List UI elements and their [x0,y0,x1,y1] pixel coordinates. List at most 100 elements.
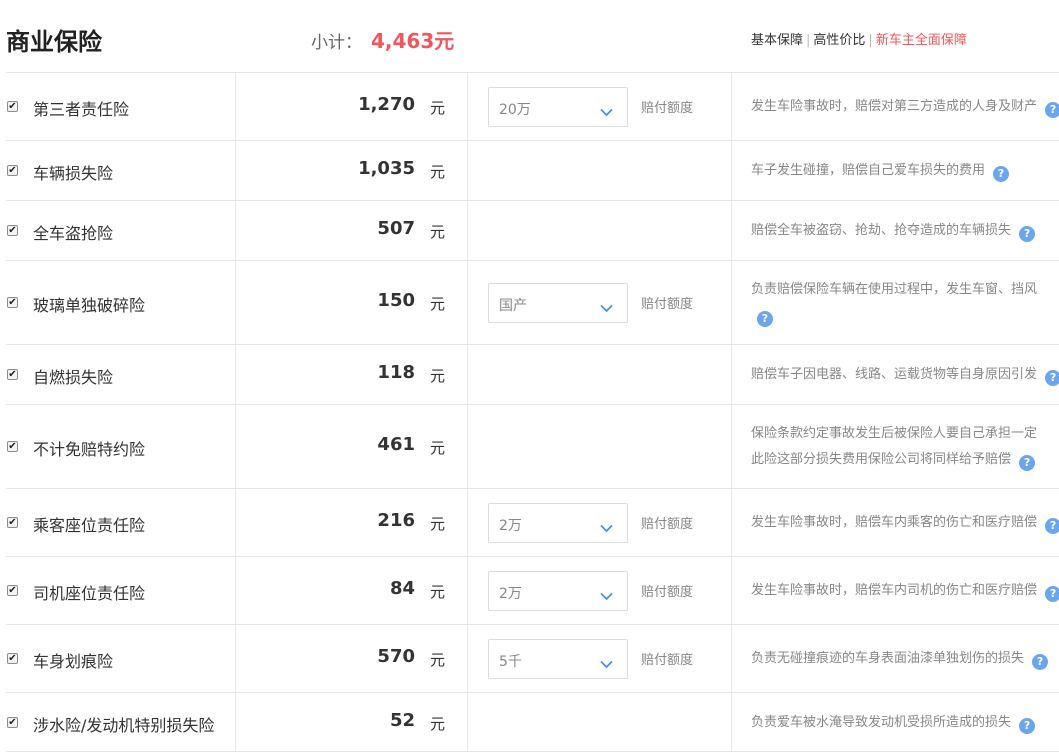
coverage-select[interactable]: 国产 [488,283,628,323]
insurance-price: 52 [389,710,415,731]
description-line: 负责赔偿保险车辆在使用过程中，发生车窗、挡风 [751,277,1059,303]
coverage-select[interactable]: 5千 [488,639,628,679]
column-divider [467,201,468,260]
column-divider [235,141,236,200]
insurance-checkbox[interactable]: ✔ [7,101,18,112]
column-divider [731,73,732,140]
help-icon[interactable]: ? [1032,654,1049,670]
plan-new-owner-full[interactable]: 新车主全面保障 [876,33,967,48]
insurance-description: 负责赔偿保险车辆在使用过程中，发生车窗、挡风? [751,277,1059,329]
chevron-down-icon [600,518,613,537]
plan-value[interactable]: 高性价比 [813,33,865,48]
coverage-label: 赔付额度 [641,297,694,312]
price-unit: 元 [430,223,446,241]
insurance-row: ✔ 第三者责任险 1,270 元 20万 赔付额度 发生车险事故时，赔偿对第三方造成的人身及… [6,72,1059,140]
column-divider [467,141,468,200]
help-icon[interactable]: ? [1045,586,1059,602]
insurance-name: 车身划痕险 [33,652,114,671]
description-text: 赔偿车子因电器、线路、运载货物等自身原因引发 [751,367,1038,382]
coverage-select[interactable]: 20万 [488,87,628,127]
column-divider [731,405,732,488]
chevron-down-icon [600,298,613,317]
column-divider [731,141,732,200]
insurance-price: 84 [389,578,415,599]
help-icon[interactable]: ? [757,311,773,327]
help-icon[interactable]: ? [1019,455,1036,471]
coverage-select[interactable]: 2万 [488,503,628,543]
insurance-price: 1,035 [358,158,415,179]
description-line: 发生车险事故时，赔偿车内乘客的伤亡和医疗赔偿? [751,510,1059,536]
chevron-down-icon [600,654,613,673]
insurance-checkbox[interactable]: ✔ [7,369,18,380]
insurance-row: ✔ 全车盗抢险 507 元 赔偿全车被盗窃、抢劫、抢夺造成的车辆损失? [6,200,1059,260]
price-unit: 元 [430,715,446,733]
description-text: 负责无碰撞痕迹的车身表面油漆单独划伤的损失 [751,651,1025,666]
column-divider [467,557,468,624]
help-icon[interactable]: ? [1019,718,1036,734]
insurance-checkbox[interactable]: ✔ [7,653,18,664]
coverage-select[interactable]: 2万 [488,571,628,611]
coverage-label: 赔付额度 [641,653,694,668]
column-divider [731,489,732,556]
price-unit: 元 [430,163,446,181]
insurance-checkbox[interactable]: ✔ [7,165,18,176]
insurance-checkbox[interactable]: ✔ [7,517,18,528]
insurance-checkbox[interactable]: ✔ [7,297,18,308]
description-text: 负责赔偿保险车辆在使用过程中，发生车窗、挡风 [751,282,1038,297]
column-divider [235,73,236,140]
plan-divider: | [868,33,873,48]
insurance-price: 1,270 [358,94,415,115]
column-divider [235,405,236,488]
insurance-name: 乘客座位责任险 [33,516,146,535]
column-divider [235,261,236,344]
insurance-description: 赔偿车子因电器、线路、运载货物等自身原因引发? [751,362,1059,388]
insurance-price: 570 [377,646,415,667]
column-divider [235,201,236,260]
description-text: 发生车险事故时，赔偿车内乘客的伤亡和医疗赔偿 [751,515,1038,530]
help-icon[interactable]: ? [1045,102,1059,118]
description-text: 保险条款约定事故发生后被保险人要自己承担一定 [751,426,1038,441]
insurance-row: ✔ 不计免赔特约险 461 元 保险条款约定事故发生后被保险人要自己承担一定 此险这部分损… [6,404,1059,488]
help-icon[interactable]: ? [1045,518,1059,534]
insurance-name: 不计免赔特约险 [33,440,146,459]
insurance-description: 车子发生碰撞，赔偿自己爱车损失的费用? [751,158,1059,184]
insurance-row: ✔ 自燃损失险 118 元 赔偿车子因电器、线路、运载货物等自身原因引发? [6,344,1059,404]
column-divider [235,489,236,556]
insurance-row: ✔ 车辆损失险 1,035 元 车子发生碰撞，赔偿自己爱车损失的费用? [6,140,1059,200]
price-unit: 元 [430,367,446,385]
insurance-checkbox[interactable]: ✔ [7,585,18,596]
coverage-select-value: 2万 [499,586,522,602]
column-divider [731,625,732,692]
column-divider [467,693,468,751]
description-text: 负责爱车被水淹导致发动机受损所造成的损失 [751,715,1012,730]
description-line: 车子发生碰撞，赔偿自己爱车损失的费用? [751,158,1059,184]
insurance-checkbox[interactable]: ✔ [7,717,18,728]
help-icon[interactable]: ? [1045,370,1059,386]
plan-basic[interactable]: 基本保障 [751,33,803,48]
column-divider [467,625,468,692]
description-line: 发生车险事故时，赔偿对第三方造成的人身及财产? [751,94,1059,120]
description-text: 赔偿全车被盗窃、抢劫、抢夺造成的车辆损失 [751,223,1012,238]
insurance-row: ✔ 司机座位责任险 84 元 2万 赔付额度 发生车险事故时，赔偿车内司机的伤亡和医疗赔偿? [6,556,1059,624]
description-line: ? [751,303,1059,329]
subtotal-label: 小计： [311,33,362,53]
insurance-checkbox[interactable]: ✔ [7,225,18,236]
help-icon[interactable]: ? [993,166,1010,182]
help-icon[interactable]: ? [1019,226,1036,242]
insurance-description: 发生车险事故时，赔偿对第三方造成的人身及财产? [751,94,1059,120]
insurance-checkbox[interactable]: ✔ [7,441,18,452]
coverage-select-value: 5千 [499,654,522,670]
insurance-row: ✔ 玻璃单独破碎险 150 元 国产 赔付额度 负责赔偿保险车辆在使用过程中，发生车窗、挡风… [6,260,1059,344]
description-line: 此险这部分损失费用保险公司将同样给予赔偿? [751,447,1059,473]
column-divider [467,345,468,404]
column-divider [467,261,468,344]
column-divider [467,405,468,488]
price-unit: 元 [430,515,446,533]
plan-options: 基本保障 | 高性价比 | 新车主全面保障 [751,29,967,48]
subtotal-value: 4,463元 [371,29,455,53]
insurance-price: 507 [377,218,415,239]
description-line: 负责爱车被水淹导致发动机受损所造成的损失? [751,710,1059,736]
insurance-name: 车辆损失险 [33,164,114,183]
insurance-description: 发生车险事故时，赔偿车内司机的伤亡和医疗赔偿? [751,578,1059,604]
description-text: 发生车险事故时，赔偿对第三方造成的人身及财产 [751,99,1038,114]
